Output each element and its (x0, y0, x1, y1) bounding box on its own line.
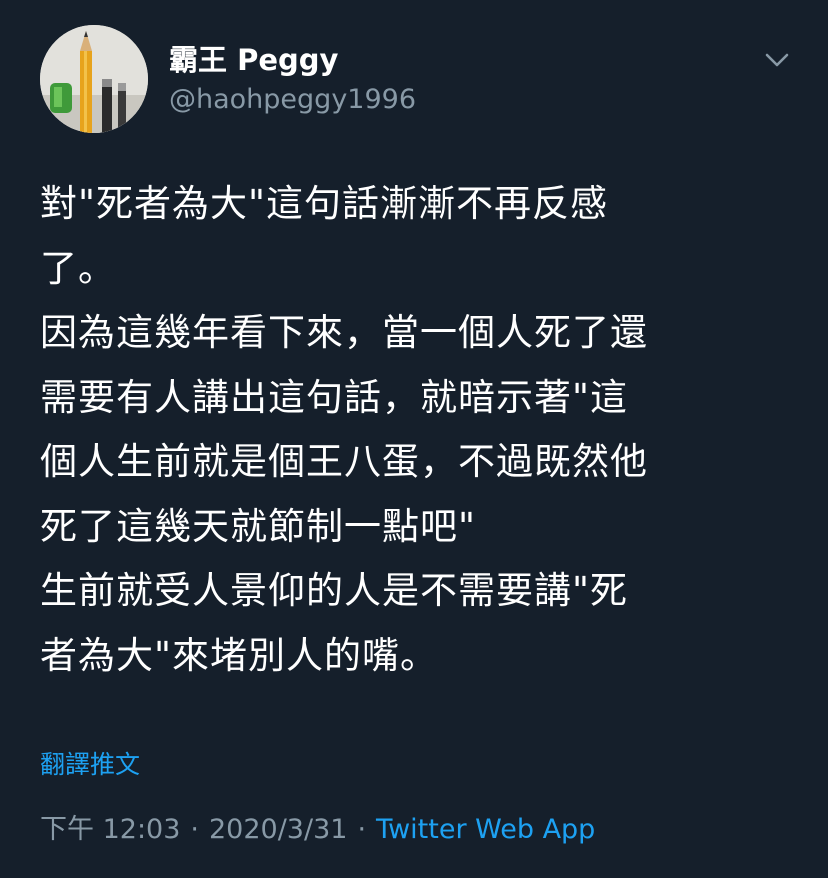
tweet-source-link[interactable]: Twitter Web App (376, 814, 595, 845)
tweet-text-line: 因為這幾年看下來，當一個人死了還 (40, 311, 648, 354)
tweet-text-line: 死了這幾天就節制一點吧" (40, 504, 477, 548)
tweet-text-line: 者為大"來堵別人的嘴。 (40, 633, 439, 677)
chevron-down-icon[interactable] (763, 50, 791, 70)
display-name[interactable]: 霸王 Peggy (169, 40, 338, 80)
tweet-text-line: 需要有人講出這句話，就暗示著"這 (40, 375, 629, 419)
tweet-card: 霸王 Peggy @haohpeggy1996 對"死者為大"這句話漸漸不再反感… (0, 0, 828, 878)
tweet-text-line: 了。 (40, 246, 116, 290)
tweet-text-line: 對"死者為大"這句話漸漸不再反感 (40, 182, 609, 225)
tweet-text: 對"死者為大"這句話漸漸不再反感 了。 因為這幾年看下來，當一個人死了還 需要有… (40, 172, 800, 688)
tweet-meta: 下午 12:03 · 2020/3/31 · Twitter Web App (40, 808, 595, 852)
user-handle[interactable]: @haohpeggy1996 (169, 81, 416, 119)
tweet-text-line: 個人生前就是個王八蛋，不過既然他 (40, 440, 648, 483)
avatar[interactable] (40, 25, 148, 133)
meta-separator: · (190, 814, 199, 845)
tweet-date[interactable]: 2020/3/31 (209, 814, 347, 845)
tweet-time[interactable]: 下午 12:03 (40, 814, 180, 845)
translate-tweet-link[interactable]: 翻譯推文 (40, 745, 140, 785)
meta-separator: · (357, 814, 367, 845)
tweet-text-line: 生前就受人景仰的人是不需要講"死 (40, 569, 629, 612)
pencils-photo-icon (40, 25, 148, 133)
